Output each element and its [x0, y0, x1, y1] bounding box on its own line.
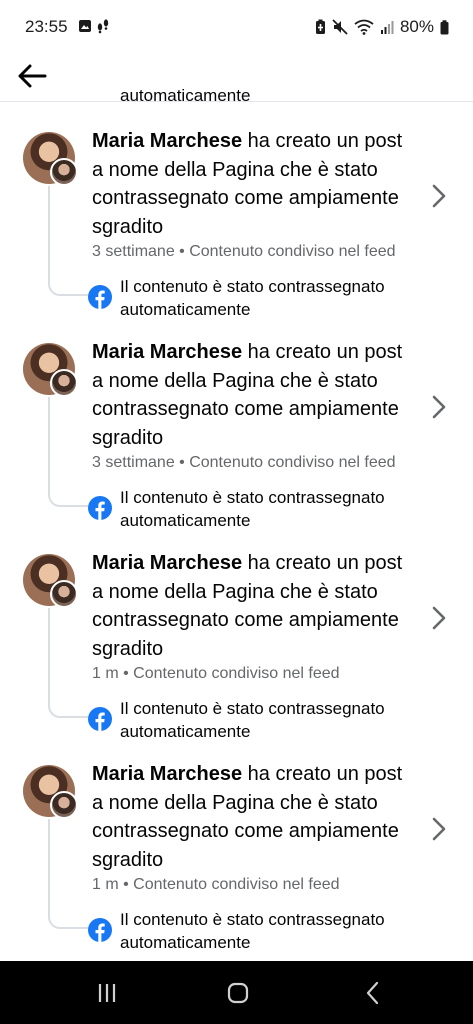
activity-title: Maria Marchese ha creato un post a nome …: [92, 338, 412, 452]
thread-connector: [48, 186, 88, 296]
author-name: Maria Marchese: [92, 341, 243, 363]
profile-badge-avatar: [50, 580, 78, 608]
list-item[interactable]: Maria Marchese ha creato un post a nome …: [0, 331, 473, 542]
wifi-icon: [354, 19, 374, 35]
facebook-icon: [88, 285, 112, 309]
activity-meta: 3 settimane • Contenuto condiviso nel fe…: [92, 454, 396, 471]
flag-status-text: Il contenuto è stato contrassegnato auto…: [120, 488, 385, 530]
chevron-right-icon[interactable]: [428, 816, 450, 842]
profile-badge-avatar: [50, 369, 78, 397]
facebook-icon: [88, 496, 112, 520]
activity-meta: 1 m • Contenuto condiviso nel feed: [92, 876, 340, 893]
home-button[interactable]: [222, 977, 254, 1009]
activity-title: Maria Marchese ha creato un post a nome …: [92, 127, 412, 241]
status-left-icons: [78, 18, 110, 34]
activity-list: Maria Marchese ha creato un post a nome …: [0, 120, 473, 964]
recent-apps-icon: [98, 984, 116, 1002]
activity-meta: 1 m • Contenuto condiviso nel feed: [92, 665, 340, 682]
chevron-right-icon[interactable]: [428, 183, 450, 209]
recent-apps-button[interactable]: [91, 977, 123, 1009]
list-item[interactable]: Maria Marchese ha creato un post a nome …: [0, 542, 473, 753]
arrow-left-icon: [18, 64, 47, 88]
facebook-icon: [88, 707, 112, 731]
status-time: 23:55: [25, 17, 68, 36]
battery-saver-icon: [315, 19, 325, 34]
back-icon: [366, 981, 379, 1005]
gallery-notification-icon: [79, 20, 91, 32]
mute-icon: [332, 19, 348, 35]
author-name: Maria Marchese: [92, 763, 243, 785]
battery-percent: 80%: [399, 17, 434, 36]
battery-icon: [440, 19, 449, 34]
author-name: Maria Marchese: [92, 552, 243, 574]
list-item[interactable]: Maria Marchese ha creato un post a nome …: [0, 120, 473, 331]
back-button[interactable]: [14, 58, 50, 94]
system-back-button[interactable]: [357, 977, 389, 1009]
home-icon: [227, 982, 249, 1004]
facebook-icon: [88, 918, 112, 942]
thread-connector: [48, 608, 88, 718]
thread-connector: [48, 397, 88, 507]
footsteps-notification-icon: [97, 19, 109, 34]
profile-badge-avatar: [50, 158, 78, 186]
activity-meta: 3 settimane • Contenuto condiviso nel fe…: [92, 243, 396, 260]
profile-badge-avatar: [50, 791, 78, 819]
system-navigation-bar: [0, 961, 473, 1024]
chevron-right-icon[interactable]: [428, 605, 450, 631]
status-right-icons: 80%: [315, 17, 449, 37]
previous-item-flag-text: automaticamente: [120, 86, 251, 105]
chevron-right-icon[interactable]: [428, 394, 450, 420]
flag-status-text: Il contenuto è stato contrassegnato auto…: [120, 277, 385, 319]
list-item[interactable]: Maria Marchese ha creato un post a nome …: [0, 753, 473, 964]
status-bar: 23:55 80%: [0, 0, 473, 54]
thread-connector: [48, 819, 88, 929]
signal-icon: [380, 21, 394, 34]
author-name: Maria Marchese: [92, 130, 243, 152]
activity-title: Maria Marchese ha creato un post a nome …: [92, 549, 412, 663]
flag-status-text: Il contenuto è stato contrassegnato auto…: [120, 910, 385, 952]
activity-title: Maria Marchese ha creato un post a nome …: [92, 760, 412, 874]
flag-status-text: Il contenuto è stato contrassegnato auto…: [120, 699, 385, 741]
